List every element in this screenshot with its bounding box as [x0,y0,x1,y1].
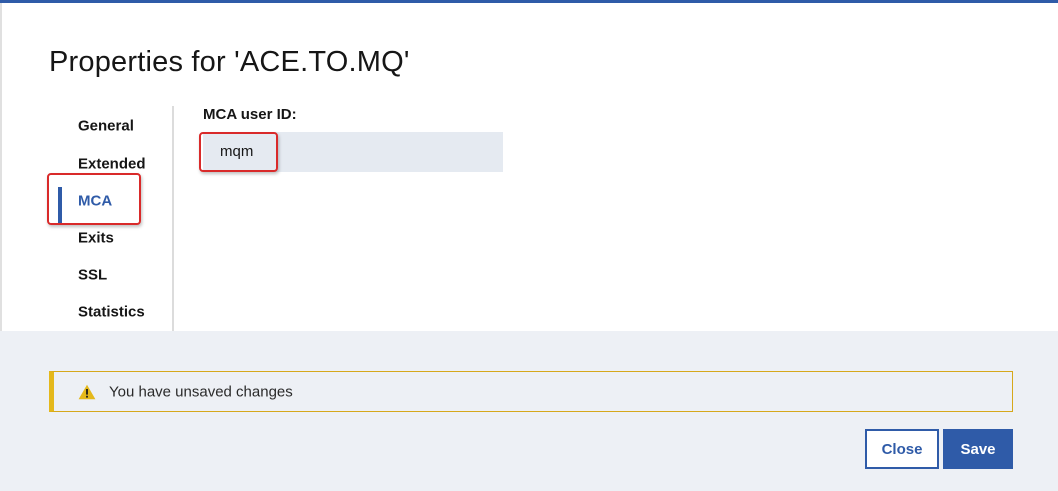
nav-item-mca[interactable]: MCA [58,185,168,225]
properties-dialog: Properties for 'ACE.TO.MQ' General Exten… [0,0,1058,491]
notification-message: You have unsaved changes [109,383,293,400]
nav-item-label: Statistics [78,303,145,321]
nav-item-statistics[interactable]: Statistics [58,296,168,328]
nav-item-label: General [78,117,134,135]
dialog-top-accent-bar [0,0,1058,3]
mca-user-id-label: MCA user ID: [203,106,297,123]
mca-user-id-input[interactable] [203,132,503,172]
nav-item-label: Extended [78,155,146,173]
nav-item-label: SSL [78,266,108,284]
nav-item-label: MCA [78,192,113,210]
nav-item-extended[interactable]: Extended [58,148,168,180]
save-button[interactable]: Save [943,429,1013,469]
close-button[interactable]: Close [865,429,939,469]
nav-item-label: Exits [78,229,114,247]
nav-item-general[interactable]: General [58,110,168,142]
properties-side-nav: General Extended MCA Exits SSL Statistic… [58,106,174,331]
active-nav-indicator [58,187,62,225]
nav-item-exits[interactable]: Exits [58,222,168,254]
nav-item-ssl[interactable]: SSL [58,259,168,291]
dialog-title: Properties for 'ACE.TO.MQ' [49,46,410,78]
unsaved-changes-notification: You have unsaved changes [49,371,1013,412]
warning-icon [78,384,96,400]
